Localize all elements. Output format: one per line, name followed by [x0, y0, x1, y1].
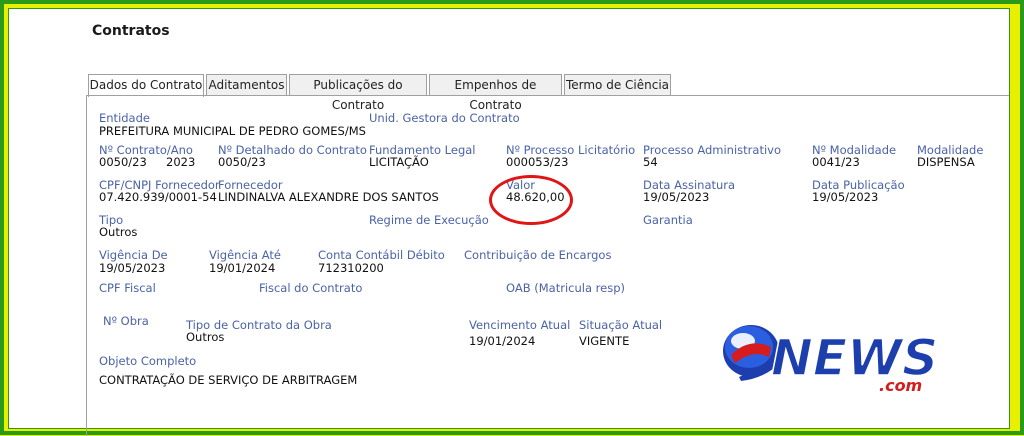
vigencia-de-label: Vigência De [99, 248, 168, 262]
tipo-value: Outros [99, 225, 138, 239]
fiscal-label: Fiscal do Contrato [259, 281, 363, 295]
cpf-cnpj-value: 07.420.939/0001-54 [99, 190, 217, 204]
modalidade-value: DISPENSA [917, 155, 975, 169]
tab-termo-de-ciencia[interactable]: Termo de Ciência [564, 74, 671, 96]
contrato-numero-value: 0050/23 [99, 155, 147, 169]
vigencia-ate-value: 19/01/2024 [209, 261, 276, 275]
regime-label: Regime de Execução [369, 213, 489, 227]
highlight-circle [489, 175, 573, 225]
tab-dados-do-contrato[interactable]: Dados do Contrato [88, 74, 204, 97]
vencimento-value: 19/01/2024 [469, 334, 536, 348]
vigencia-ate-label: Vigência Até [209, 248, 281, 262]
objeto-label: Objeto Completo [99, 354, 197, 368]
fornecedor-value: LINDINALVA ALEXANDRE DOS SANTOS [218, 190, 439, 204]
detalhado-value: 0050/23 [218, 155, 266, 169]
processo-adm-value: 54 [643, 155, 658, 169]
entidade-label: Entidade [99, 111, 150, 125]
tab-aditamentos[interactable]: Aditamentos [206, 74, 287, 96]
tab-empenhos[interactable]: Empenhos de Contrato [429, 74, 562, 112]
garantia-label: Garantia [643, 213, 693, 227]
tipo-obra-value: Outros [186, 330, 225, 344]
tab-publicacoes[interactable]: Publicações do Contrato [289, 74, 427, 112]
n-obra-label: Nº Obra [103, 314, 149, 328]
contrato-ano-value: 2023 [166, 155, 196, 169]
oab-label: OAB (Matricula resp) [506, 281, 625, 295]
vigencia-de-value: 19/05/2023 [99, 261, 166, 275]
fundamento-value: LICITAÇÃO [369, 155, 429, 169]
data-assinatura-value: 19/05/2023 [643, 190, 710, 204]
situacao-value: VIGENTE [579, 334, 630, 348]
objeto-value: CONTRATAÇÃO DE SERVIÇO DE ARBITRAGEM [99, 373, 358, 387]
page-title: Contratos [92, 23, 170, 39]
processo-licitatorio-value: 000053/23 [506, 155, 569, 169]
processo-adm-label: Processo Administrativo [643, 143, 781, 157]
unid-gestora-label: Unid. Gestora do Contrato [369, 111, 520, 125]
situacao-label: Situação Atual [579, 318, 663, 332]
cpf-fiscal-label: CPF Fiscal [99, 281, 156, 295]
data-publicacao-value: 19/05/2023 [812, 190, 879, 204]
entidade-value: PREFEITURA MUNICIPAL DE PEDRO GOMES/MS [99, 124, 366, 138]
n-modalidade-value: 0041/23 [812, 155, 860, 169]
news-logo: NEWS .com [723, 325, 939, 395]
logo-suffix-text: .com [879, 376, 922, 395]
content-area: Contratos Dados do Contrato Aditamentos … [8, 8, 1010, 436]
contribuicao-label: Contribuição de Encargos [464, 248, 612, 262]
conta-contabil-label: Conta Contábil Débito [318, 248, 445, 262]
conta-contabil-value: 712310200 [318, 261, 384, 275]
vencimento-label: Vencimento Atual [469, 318, 571, 332]
